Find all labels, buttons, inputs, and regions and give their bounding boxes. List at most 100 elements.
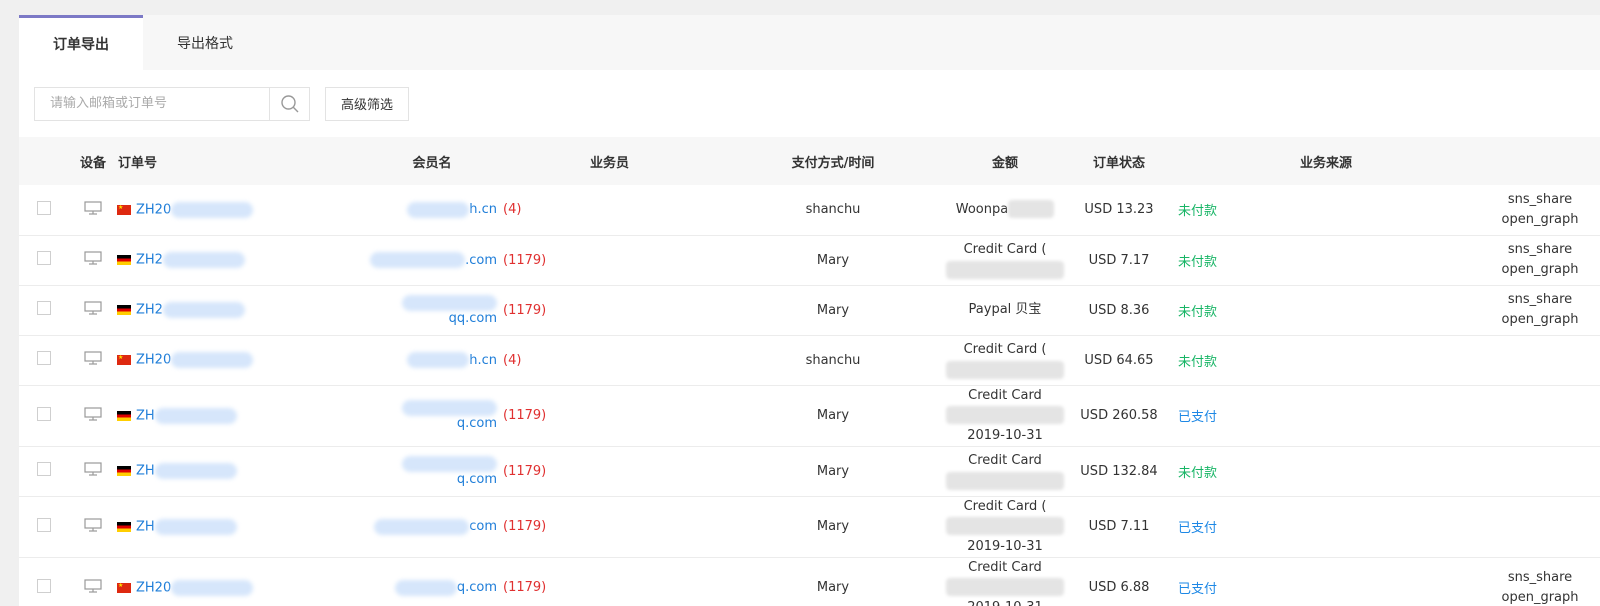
source-line-1: sns_share [1507,292,1573,307]
status-cell: 未付款 [1172,446,1480,496]
germany-flag-icon [117,305,131,315]
row-select-cell [19,285,69,335]
order-number-link[interactable]: ZH [136,407,237,424]
device-cell [69,385,117,446]
amount-cell: USD 64.65 [1084,352,1154,368]
member-order-count: (1179) [503,580,547,595]
germany-flag-icon [117,410,131,421]
member-count-cell: (1179) [497,446,722,496]
device-cell [69,496,117,557]
germany-flag-icon [117,521,131,532]
member-email-link[interactable]: h.cn [407,201,497,218]
order-number-link[interactable]: ZH [136,518,237,535]
table-row: ZH q.com (1179) Mary Credit Card USD 132.84 未付… [19,446,1600,496]
member-count-cell: (4) [497,335,722,385]
member-email-link[interactable]: q.com [402,455,497,487]
table-row: ZH com (1179) Mary Credit Card (2019-10-31 US… [19,496,1600,557]
member-order-count: (1179) [503,302,547,318]
payment-cell: Woonpa [944,185,1066,235]
amount-cell: USD 13.23 [1084,202,1154,218]
member-email-link[interactable]: q.com [394,579,497,596]
order-status-badge: 已支付 [1178,410,1218,425]
order-status-badge: 未付款 [1178,254,1218,270]
member-email-link[interactable]: qq.com [402,294,497,326]
row-checkbox[interactable] [37,351,51,365]
member-count-cell: (1179) [497,496,722,557]
desktop-icon [84,351,102,365]
search-button[interactable] [269,87,309,120]
tab-order-export[interactable]: 订单导出 [19,15,143,70]
china-flag-icon [117,354,131,365]
source-line-2: open_graph [1501,262,1579,277]
tab-export-format[interactable]: 导出格式 [143,15,267,70]
salesperson-cell: Mary [816,463,850,479]
amount-cell: USD 6.88 [1088,580,1150,595]
member-email-link[interactable]: q.com [402,400,497,431]
source-line-2: open_graph [1501,589,1579,605]
order-number-link[interactable]: ZH20 [136,352,254,368]
member-email-link[interactable]: .com [370,252,497,268]
member-cell: q.com [367,557,497,606]
advanced-filter-button[interactable]: 高级筛选 [325,86,410,121]
order-status-badge: 未付款 [1178,204,1218,220]
row-checkbox[interactable] [37,517,51,532]
device-cell [69,335,117,385]
row-select-cell [19,235,69,285]
redacted-order-number [171,201,254,218]
order-number-link[interactable]: ZH20 [136,579,254,596]
member-count-cell: (4) [497,185,722,235]
source-cell: sns_share open_graph [1480,285,1600,335]
member-count-cell: (1179) [497,385,722,446]
payment-date: 2019-10-31 [944,598,1066,606]
member-order-count: (4) [503,352,522,368]
row-select-cell [19,496,69,557]
redacted-payment-detail [946,360,1064,379]
source-line-1: sns_share [1507,191,1573,207]
member-cell: h.cn [367,335,497,385]
member-email-link[interactable]: h.cn [407,352,497,368]
redacted-order-number [171,352,254,368]
amount-cell: USD 7.17 [1088,252,1150,268]
search-input[interactable] [35,87,269,120]
header-payment: 支付方式/时间 [791,155,875,171]
order-number-link[interactable]: ZH2 [136,302,245,318]
member-cell: q.com [367,385,497,446]
payment-cell: Credit Card ( [944,335,1066,385]
tab-bar: 订单导出 导出格式 [19,15,1600,70]
desktop-icon [84,301,102,315]
member-count-cell: (1179) [497,285,722,335]
member-cell: com [367,496,497,557]
order-status-badge: 已支付 [1178,521,1218,536]
row-checkbox[interactable] [37,578,51,593]
payment-cell: Credit Card ( [944,235,1066,285]
order-number-link[interactable]: ZH2 [136,252,245,268]
row-checkbox[interactable] [37,251,51,265]
redacted-order-number [162,252,245,268]
source-cell: sns_share open_graph [1480,557,1600,606]
redacted-email [370,252,466,268]
member-order-count: (1179) [503,519,547,534]
row-checkbox[interactable] [37,301,51,315]
row-select-cell [19,446,69,496]
amount-cell: USD 260.58 [1080,408,1158,423]
desktop-icon [84,251,102,265]
header-salesperson: 业务员 [589,155,629,171]
redacted-order-number [162,302,245,318]
order-number-link[interactable]: ZH20 [136,201,254,218]
member-cell: qq.com [367,285,497,335]
amount-cell: USD 8.36 [1088,302,1150,318]
salesperson-cell: Mary [816,580,850,595]
salesperson-cell: Mary [816,302,850,318]
row-checkbox[interactable] [37,406,51,421]
member-email-link[interactable]: com [374,518,497,535]
payment-method: Woonpa [955,201,1009,217]
order-no-cell: ZH [117,496,367,557]
payment-method: Credit Card [968,453,1042,468]
row-checkbox[interactable] [37,462,51,476]
toolbar: 高级筛选 [19,70,1600,137]
redacted-email [402,400,497,416]
row-checkbox[interactable] [37,200,51,215]
device-cell [69,235,117,285]
redacted-order-number [171,579,254,596]
order-number-link[interactable]: ZH [136,463,237,479]
